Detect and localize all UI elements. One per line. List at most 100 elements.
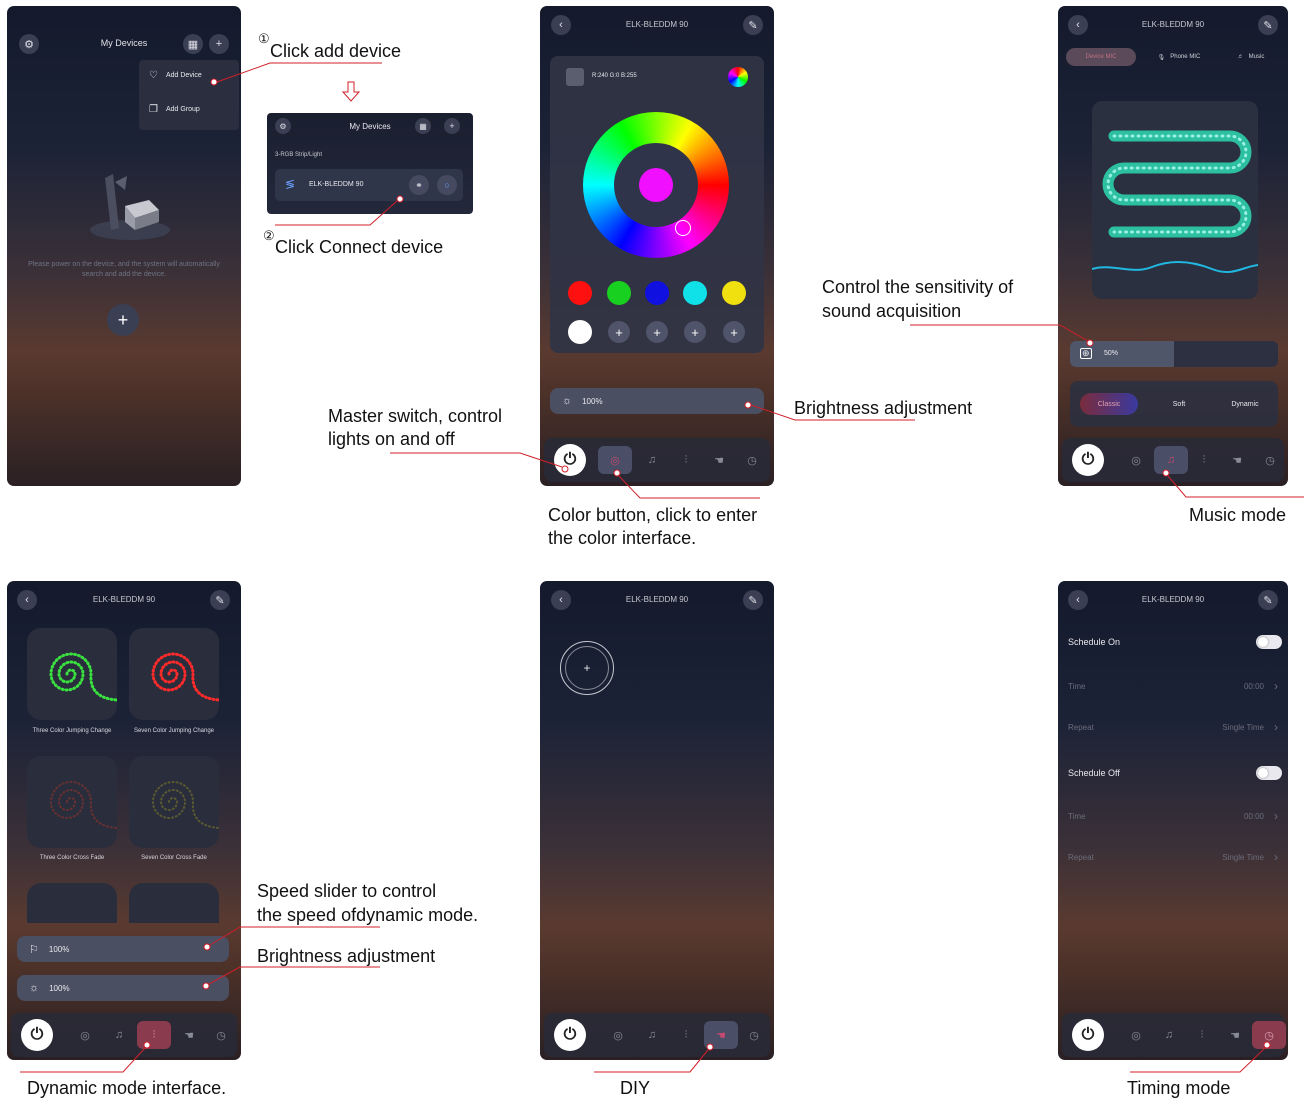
add-swatch-button[interactable]: + <box>723 321 745 343</box>
schedule-on-toggle[interactable] <box>1256 635 1282 649</box>
power-button[interactable]: ⏻ <box>1072 444 1104 476</box>
schedule-off-toggle[interactable] <box>1256 766 1282 780</box>
swatch-blue[interactable] <box>645 281 669 305</box>
down-arrow-icon <box>341 81 361 102</box>
schedule-on-row: Schedule On <box>1058 621 1288 661</box>
annotation-dynamic-mode: Dynamic mode interface. <box>27 1078 227 1098</box>
edit-button[interactable]: ✎ <box>743 590 763 610</box>
connect-link-icon[interactable]: ⚭ <box>409 175 429 195</box>
timer-tab-icon[interactable]: ◷ <box>742 450 762 470</box>
time-row[interactable]: Time 00:00 › <box>1058 796 1288 836</box>
mode-tile[interactable] <box>27 756 118 848</box>
tab-device-mic[interactable]: Device MIC <box>1066 48 1136 66</box>
bottom-nav: ⏻ ◎ ♫ ⫶ ☚ ◷ <box>544 438 770 482</box>
power-button[interactable]: ⏻ <box>554 1019 586 1051</box>
tab-phone-mic[interactable]: 🎙 Phone MIC <box>1144 48 1214 66</box>
dynamic-tab-icon[interactable]: ⫶ <box>1192 1025 1212 1045</box>
add-swatch-button[interactable]: + <box>608 321 630 343</box>
tab-music[interactable]: ♬ Music <box>1222 48 1280 66</box>
chevron-right-icon: › <box>1274 720 1278 734</box>
dynamic-tab-icon[interactable]: ⫶ <box>1194 450 1214 470</box>
led-visual-card <box>1091 101 1259 299</box>
annotation-add-device: Click add device <box>270 41 402 61</box>
device-title: ELK-BLEDDM 90 <box>92 595 156 604</box>
dynamic-tab-icon[interactable]: ⫶ <box>676 1025 696 1045</box>
power-icon[interactable]: ○ <box>437 175 457 195</box>
repeat-row[interactable]: Repeat Single Time › <box>1058 837 1288 877</box>
mode-selector: Classic Soft Dynamic <box>1070 381 1278 427</box>
device-row[interactable]: ≶ ELK-BLEDDM 90 ⚭ ○ <box>275 169 463 201</box>
mode-tile[interactable] <box>27 628 119 720</box>
swatch-green[interactable] <box>607 281 631 305</box>
music-tab-icon[interactable]: ♫ <box>1161 450 1181 470</box>
add-device-fab[interactable]: + <box>107 304 139 336</box>
diy-tab-icon[interactable]: ☚ <box>179 1025 199 1045</box>
timer-tab-icon[interactable]: ◷ <box>1259 1025 1279 1045</box>
add-menu: ♡ Add Device ❐ Add Group <box>139 60 239 130</box>
mode-tile[interactable] <box>129 628 221 720</box>
tile-label: Seven Color Cross Fade <box>141 855 207 861</box>
music-tab-icon[interactable]: ♫ <box>642 1025 662 1045</box>
add-diy-button[interactable]: + <box>560 641 614 695</box>
mode-tile[interactable] <box>129 756 220 848</box>
music-tab-icon[interactable]: ♫ <box>109 1025 129 1045</box>
mode-dynamic[interactable]: Dynamic <box>1216 393 1274 415</box>
music-tab-icon[interactable]: ♫ <box>1159 1025 1179 1045</box>
screen-timing: ‹ ELK-BLEDDM 90 ✎ Schedule On Time 00:00… <box>1058 581 1288 1060</box>
annotation-brightness-2: Brightness adjustment <box>257 946 436 966</box>
annotation-brightness: Brightness adjustment <box>794 398 973 418</box>
add-button[interactable]: + <box>444 118 460 134</box>
mode-tile[interactable] <box>129 883 219 923</box>
speed-slider[interactable]: ⚐ 100% <box>17 936 229 962</box>
menu-item-add-group[interactable]: ❐ Add Group <box>149 104 200 115</box>
diy-tab-icon[interactable]: ☚ <box>1227 450 1247 470</box>
color-tab-icon[interactable]: ◎ <box>75 1025 95 1045</box>
music-tab-icon[interactable]: ♫ <box>642 450 662 470</box>
brightness-slider[interactable]: ☼ 100% <box>550 388 764 414</box>
mode-tile[interactable] <box>27 883 117 923</box>
swatch-red[interactable] <box>568 281 592 305</box>
add-swatch-button[interactable]: + <box>684 321 706 343</box>
screen-color: ‹ ELK-BLEDDM 90 ✎ R:240 G:0 B:255 + + + … <box>540 6 774 486</box>
swatch-cyan[interactable] <box>683 281 707 305</box>
color-tab-icon[interactable]: ◎ <box>1126 1025 1146 1045</box>
diy-tab-icon[interactable]: ☚ <box>711 1025 731 1045</box>
dynamic-tab-icon[interactable]: ⫶ <box>144 1025 164 1045</box>
mode-soft[interactable]: Soft <box>1150 393 1208 415</box>
mode-classic[interactable]: Classic <box>1080 393 1138 415</box>
color-tab-icon[interactable]: ◎ <box>605 450 625 470</box>
edit-button[interactable]: ✎ <box>1258 15 1278 35</box>
grid-button[interactable]: ▦ <box>415 118 431 134</box>
power-button[interactable]: ⏻ <box>21 1019 53 1051</box>
menu-item-add-device[interactable]: ♡ Add Device <box>149 70 202 81</box>
timer-tab-icon[interactable]: ◷ <box>1260 450 1280 470</box>
edit-button[interactable]: ✎ <box>743 15 763 35</box>
repeat-row[interactable]: Repeat Single Time › <box>1058 707 1288 747</box>
bottom-nav: ⏻ ◎ ♫ ⫶ ☚ ◷ <box>1062 438 1284 482</box>
dynamic-tab-icon[interactable]: ⫶ <box>676 450 696 470</box>
diy-tab-icon[interactable]: ☚ <box>709 450 729 470</box>
wheel-handle[interactable] <box>675 220 691 236</box>
grid-button[interactable]: ▦ <box>183 34 203 54</box>
diy-tab-icon[interactable]: ☚ <box>1225 1025 1245 1045</box>
edit-button[interactable]: ✎ <box>210 590 230 610</box>
timer-tab-icon[interactable]: ◷ <box>211 1025 231 1045</box>
timer-tab-icon[interactable]: ◷ <box>744 1025 764 1045</box>
color-wheel[interactable] <box>583 112 729 258</box>
time-row[interactable]: Time 00:00 › <box>1058 666 1288 706</box>
power-button[interactable]: ⏻ <box>1072 1019 1104 1051</box>
swatch-yellow[interactable] <box>722 281 746 305</box>
swatch-white[interactable] <box>568 320 592 344</box>
power-button[interactable]: ⏻ <box>554 444 586 476</box>
color-tab-icon[interactable]: ◎ <box>1126 450 1146 470</box>
sensitivity-slider[interactable]: ⊕ 50% <box>1070 341 1278 367</box>
popup-my-devices: ⚙ My Devices ▦ + 3-RGB Strip/Light ≶ ELK… <box>267 113 473 214</box>
add-button[interactable]: + <box>209 34 229 54</box>
annotation-color-button-1: Color button, click to enter <box>548 505 758 525</box>
palette-icon[interactable] <box>728 67 748 87</box>
edit-button[interactable]: ✎ <box>1258 590 1278 610</box>
bottom-nav: ⏻ ◎ ♫ ⫶ ☚ ◷ <box>544 1013 770 1057</box>
brightness-slider[interactable]: ☼ 100% <box>17 975 229 1001</box>
add-swatch-button[interactable]: + <box>646 321 668 343</box>
color-tab-icon[interactable]: ◎ <box>608 1025 628 1045</box>
